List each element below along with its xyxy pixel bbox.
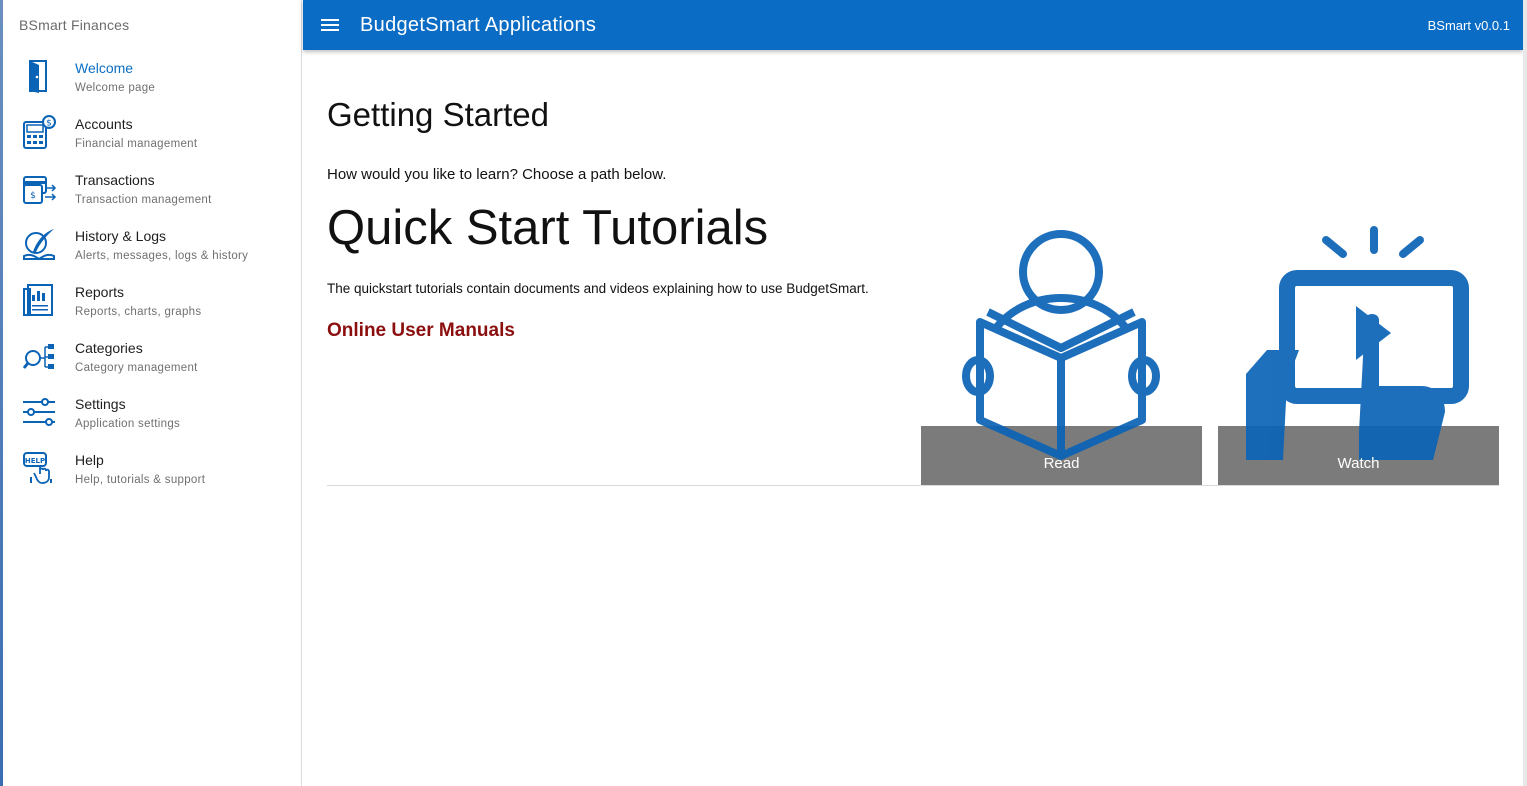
sidebar-item-sublabel: Reports, charts, graphs (75, 306, 202, 318)
svg-text:$: $ (46, 119, 52, 129)
read-card-label: Read (1043, 455, 1080, 472)
online-user-manuals-link[interactable]: Online User Manuals (327, 320, 515, 342)
sidebar-title: BSmart Finances (19, 17, 130, 33)
sidebar-item-sublabel: Alerts, messages, logs & history (75, 250, 249, 262)
content-divider (327, 485, 1499, 486)
sidebar-item-label: Welcome (75, 60, 134, 76)
main-content: Getting Started How would you like to le… (303, 50, 1523, 786)
sidebar-item-sublabel: Transaction management (75, 194, 212, 206)
sidebar-item-sublabel: Application settings (75, 418, 181, 430)
section-description: The quickstart tutorials contain documen… (327, 281, 869, 296)
magnifier-network-icon (21, 338, 57, 374)
report-chart-icon (21, 282, 57, 318)
tablet-video-play-icon (1246, 226, 1469, 460)
intro-text: How would you like to learn? Choose a pa… (327, 166, 667, 183)
sidebar-item-label: Accounts (75, 116, 133, 132)
card-transfer-icon: $ (21, 170, 57, 206)
app-title: BudgetSmart Applications (360, 14, 597, 36)
sidebar-item-settings[interactable]: Settings Application settings (3, 386, 302, 442)
sidebar-item-sublabel: Help, tutorials & support (75, 474, 206, 486)
door-icon (21, 58, 57, 94)
sidebar-item-accounts[interactable]: $ Accounts Financial management (3, 106, 302, 162)
svg-text:HELP: HELP (25, 457, 45, 465)
sidebar-item-transactions[interactable]: $ Transactions Transaction management (3, 162, 302, 218)
sidebar-item-sublabel: Financial management (75, 138, 198, 150)
sidebar-item-history-logs[interactable]: History & Logs Alerts, messages, logs & … (3, 218, 302, 274)
sidebar-item-label: History & Logs (75, 228, 167, 244)
calculator-dollar-icon: $ (21, 114, 57, 150)
sidebar-item-sublabel: Category management (75, 362, 198, 374)
sidebar-nav: Welcome Welcome page $ Accounts Financia… (3, 50, 302, 498)
reading-person-icon (962, 230, 1160, 460)
version-label: BSmart v0.0.1 (1427, 18, 1510, 33)
section-title: Quick Start Tutorials (327, 201, 769, 255)
sidebar-item-label: Transactions (75, 172, 155, 188)
sidebar-item-reports[interactable]: Reports Reports, charts, graphs (3, 274, 302, 330)
sidebar-item-welcome[interactable]: Welcome Welcome page (3, 50, 302, 106)
watch-card-label: Watch (1337, 455, 1380, 472)
sidebar-item-help[interactable]: HELP Help Help, tutorials & support (3, 442, 302, 498)
svg-text:$: $ (30, 191, 36, 201)
window-right-edge (1523, 0, 1527, 786)
quill-book-icon (21, 226, 57, 262)
app-header: BudgetSmart Applications BSmart v0.0.1 (303, 0, 1523, 50)
sidebar-item-sublabel: Welcome page (75, 82, 156, 94)
sidebar-item-label: Settings (75, 396, 126, 412)
help-sign-icon: HELP (21, 450, 57, 486)
page-title: Getting Started (327, 96, 549, 133)
sidebar-item-label: Reports (75, 284, 125, 300)
sidebar-item-label: Help (75, 452, 104, 468)
app-window: BSmart Finances Welcome Welcome page $ A… (0, 0, 1527, 786)
sidebar: BSmart Finances Welcome Welcome page $ A… (3, 0, 302, 786)
hamburger-menu-icon[interactable] (321, 15, 341, 35)
sliders-icon (21, 394, 57, 430)
sidebar-item-categories[interactable]: Categories Category management (3, 330, 302, 386)
sidebar-item-label: Categories (75, 340, 143, 356)
